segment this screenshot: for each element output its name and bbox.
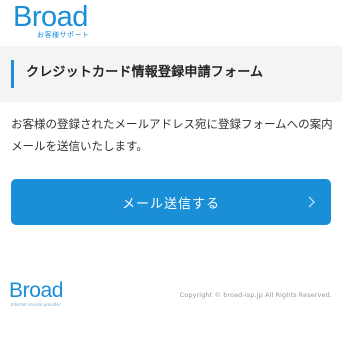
send-email-button-label: メール送信する — [121, 196, 220, 212]
header-logo[interactable]: Broad お客様サポート — [13, 2, 113, 39]
chevron-right-icon — [308, 196, 315, 208]
page-title: クレジットカード情報登録申請フォーム — [26, 65, 264, 80]
title-accent-bar — [11, 60, 14, 88]
send-email-button[interactable]: メール送信する — [11, 179, 331, 225]
copyright-text: Copyright © broad-isp.jp All Rights Rese… — [179, 291, 332, 299]
logo-wordmark: Broad — [13, 1, 88, 33]
instruction-text: お客様の登録されたメールアドレス宛に登録フォームへの案内メールを送信いたします。 — [11, 117, 333, 153]
logo-subtitle: お客様サポート — [37, 31, 90, 39]
footer-logo-wordmark: Broad — [9, 279, 64, 302]
footer-logo-tagline: Internet service provider — [11, 302, 61, 307]
footer-logo[interactable]: Broad Internet service provider — [9, 279, 64, 308]
page: Broad お客様サポート クレジットカード情報登録申請フォーム お客様の登録さ… — [0, 0, 342, 356]
